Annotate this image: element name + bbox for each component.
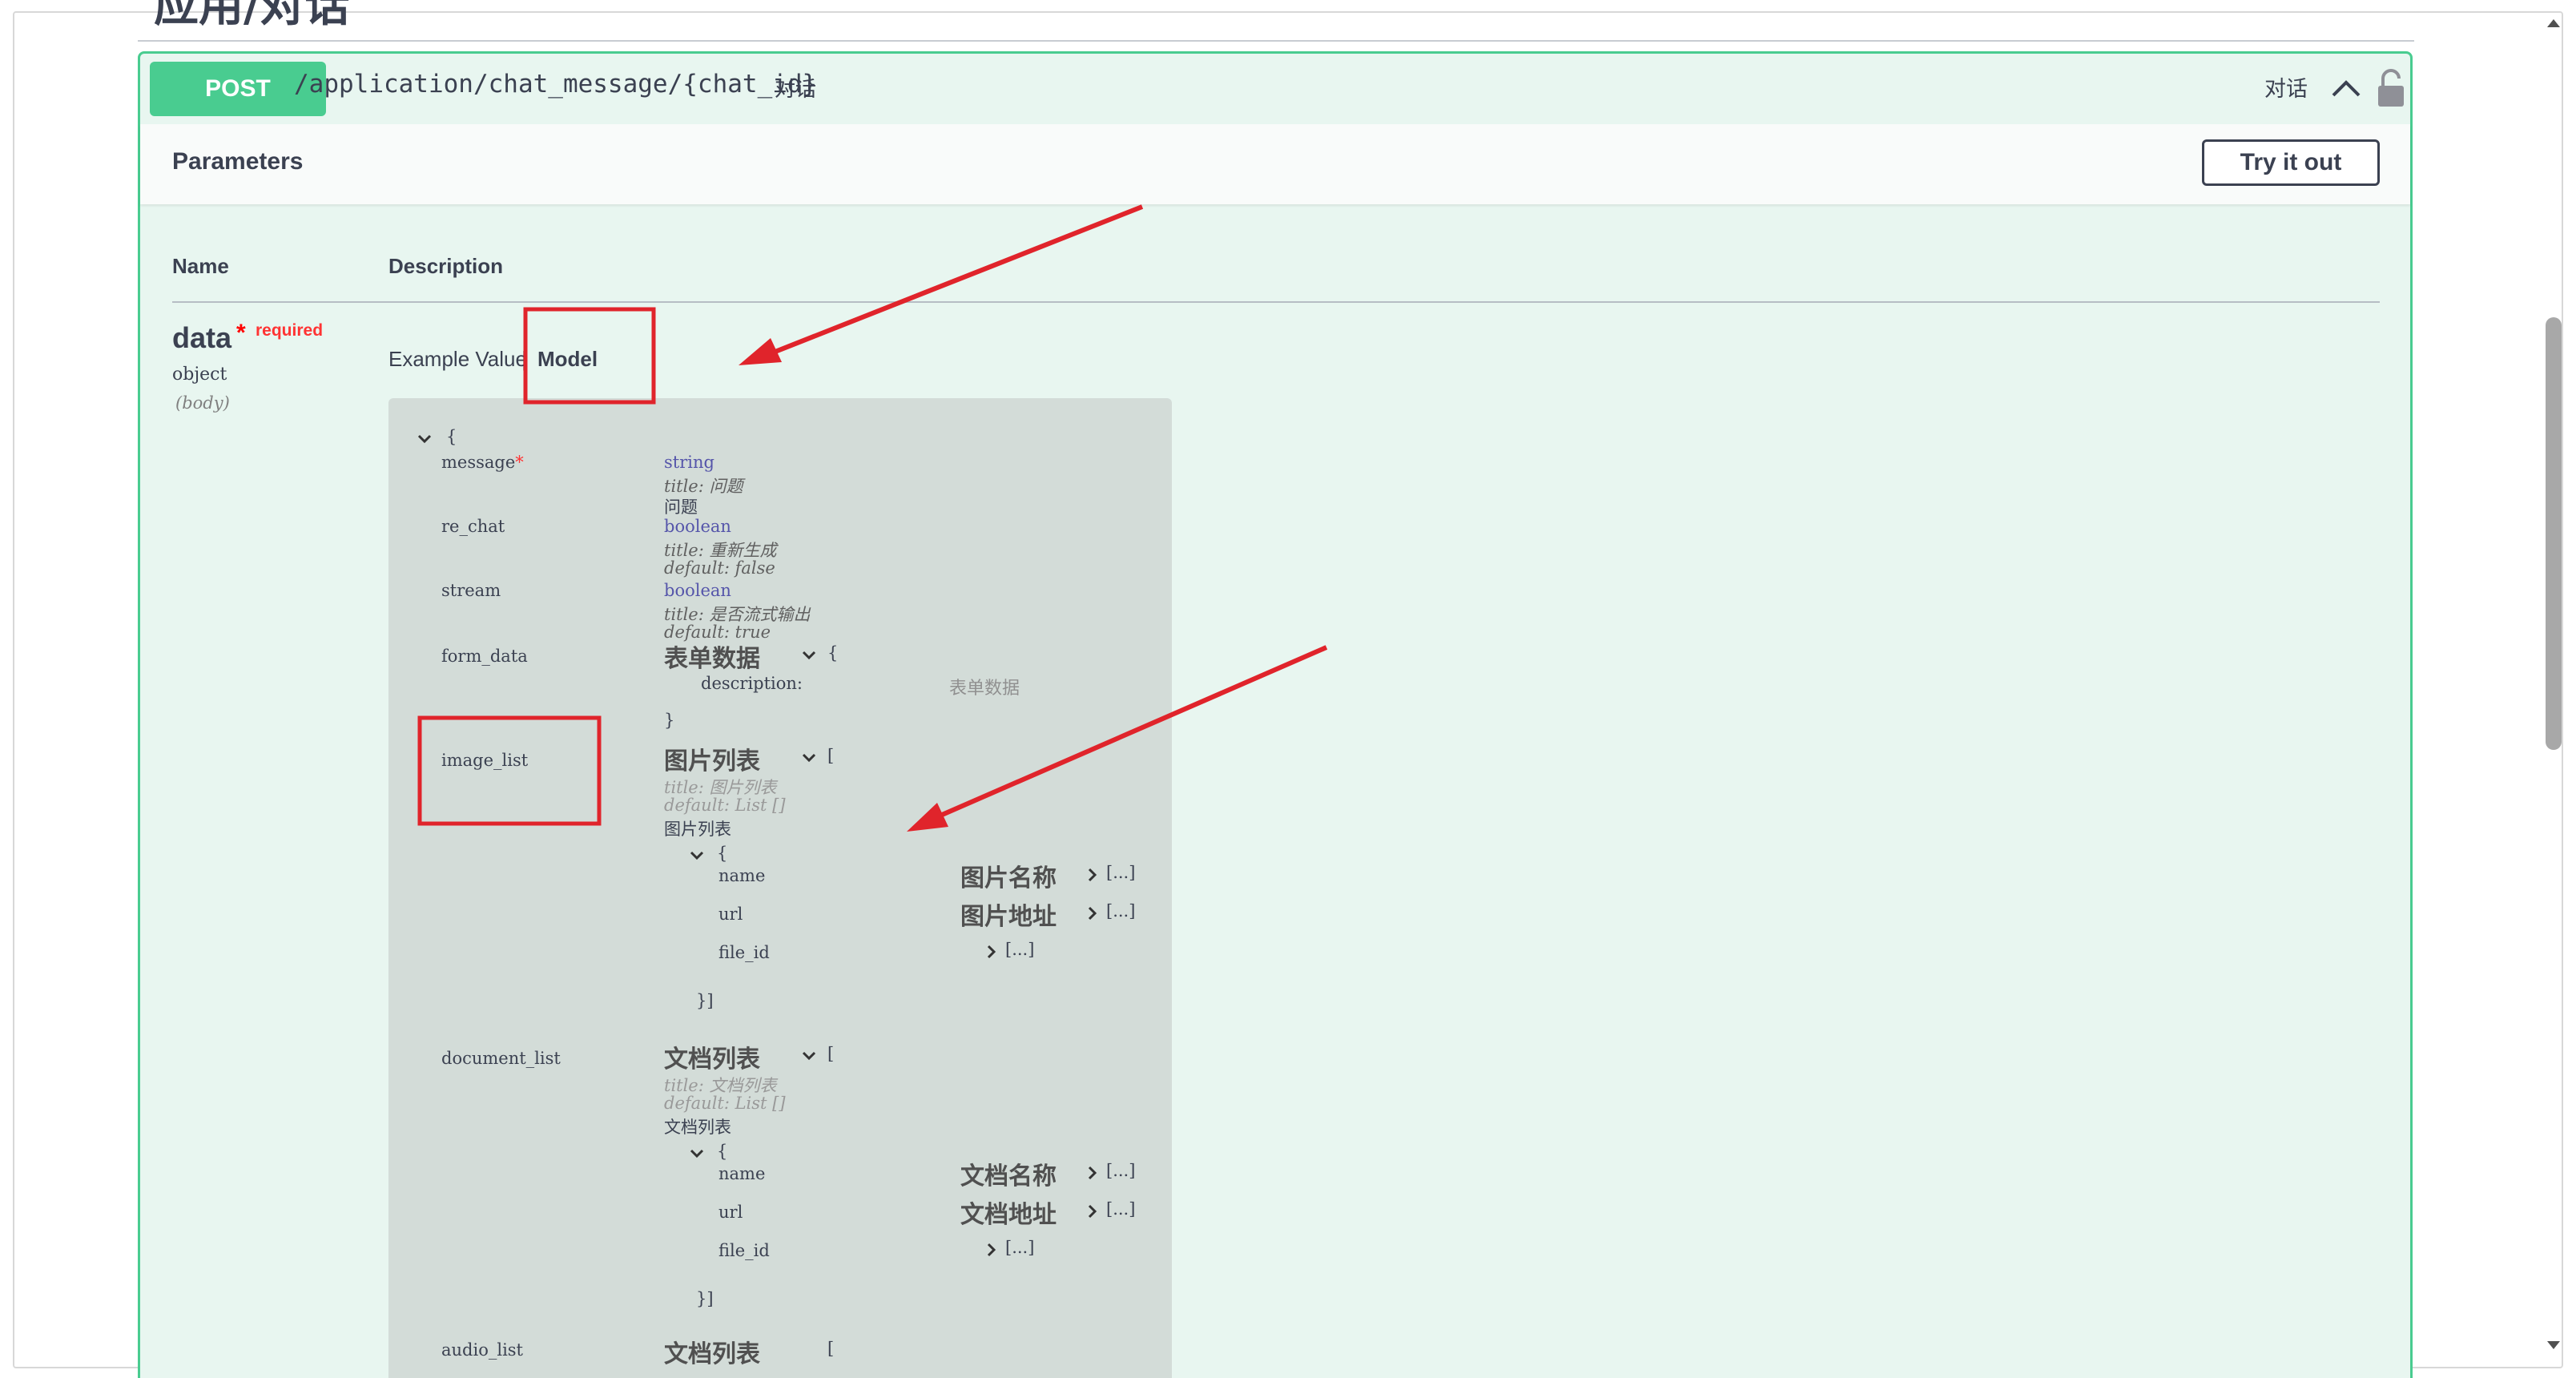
prop-name-image-list: image_list (441, 751, 529, 770)
required-label: required (256, 321, 324, 340)
form-data-close: } (664, 711, 675, 730)
document-field-file-id: file_id (718, 1241, 770, 1260)
image-list-desc: 图片列表 (664, 820, 731, 839)
operation-block: POST /application/chat_message/{chat_id}… (138, 51, 2413, 1378)
image-field-url-title: 图片地址 (960, 903, 1057, 931)
document-list-desc: 文档列表 (664, 1118, 731, 1137)
prop-name-message: message* (441, 453, 524, 472)
image-field-file-id-collapsed[interactable]: [...] (1005, 940, 1034, 959)
document-list-bracket: [ (827, 1044, 835, 1063)
vertical-scrollbar-thumb[interactable] (2546, 317, 2562, 750)
image-field-name-collapsed[interactable]: [...] (1106, 863, 1135, 882)
image-field-name: name (718, 866, 766, 885)
parameter-location: (body) (175, 393, 230, 413)
chevron-right-icon[interactable] (1084, 866, 1101, 884)
chevron-right-icon[interactable] (983, 943, 1000, 961)
model-schema-box: { message* string title: 问题 问题 re_chat b… (388, 398, 1172, 1378)
image-field-url: url (718, 905, 743, 924)
chevron-right-icon[interactable] (1084, 905, 1101, 922)
document-field-url-title: 文档地址 (960, 1201, 1057, 1229)
chevron-down-icon[interactable] (688, 1145, 706, 1162)
document-field-name-title: 文档名称 (960, 1162, 1057, 1191)
scroll-up-arrow-icon[interactable] (2544, 16, 2563, 30)
prop-name-document-list: document_list (441, 1049, 561, 1068)
swagger-page: { "endpoint": { "method": "POST", "path"… (0, 0, 2576, 1378)
prop-name-stream: stream (441, 581, 501, 600)
document-list-default: default: List [] (664, 1094, 786, 1113)
chevron-up-icon[interactable] (2327, 70, 2365, 108)
image-field-name-title: 图片名称 (960, 864, 1057, 892)
prop-name-re-chat: re_chat (441, 517, 505, 536)
prop-name-audio-list: audio_list (441, 1340, 523, 1360)
prop-type-re-chat: boolean (664, 517, 731, 536)
heading-divider (138, 40, 2414, 42)
chevron-right-icon[interactable] (983, 1241, 1000, 1259)
chevron-right-icon[interactable] (1084, 1164, 1101, 1182)
document-field-url: url (718, 1203, 743, 1222)
chevron-right-icon[interactable] (1084, 1203, 1101, 1220)
image-list-close: }] (696, 991, 714, 1010)
chevron-down-icon[interactable] (416, 430, 433, 448)
prop-type-message: string (664, 453, 714, 472)
model-title-form-data: 表单数据 (664, 645, 760, 673)
scroll-down-arrow-icon[interactable] (2544, 1338, 2563, 1352)
table-header-rule (172, 301, 2380, 303)
section-heading-fragment: 应用/对话 (154, 0, 350, 32)
image-field-file-id: file_id (718, 943, 770, 962)
document-list-close: }] (696, 1289, 714, 1308)
model-open-brace: { (446, 427, 457, 446)
prop-default-re-chat: default: false (664, 558, 775, 578)
tab-example-value[interactable]: Example Value (388, 347, 527, 372)
endpoint-summary: 对话 (775, 78, 817, 102)
tab-divider: | (521, 347, 527, 371)
document-field-url-collapsed[interactable]: [...] (1106, 1199, 1135, 1219)
operation-summary[interactable]: POST /application/chat_message/{chat_id}… (140, 54, 2410, 127)
document-field-name-collapsed[interactable]: [...] (1106, 1161, 1135, 1180)
parameters-header: Parameters Try it out (140, 124, 2410, 204)
endpoint-tag: 对话 (2264, 77, 2308, 102)
chevron-down-icon[interactable] (688, 847, 706, 864)
chevron-down-icon[interactable] (800, 749, 818, 767)
image-list-bracket: [ (827, 746, 835, 765)
image-list-default: default: List [] (664, 796, 786, 815)
form-data-desc-key: description: (701, 674, 803, 693)
tab-model[interactable]: Model (537, 347, 598, 372)
parameter-name: data (172, 321, 232, 354)
column-header-description: Description (388, 254, 504, 278)
image-item-brace: { (717, 844, 728, 863)
prop-type-stream: boolean (664, 581, 731, 600)
form-data-brace: { (827, 643, 839, 663)
required-star: * (236, 320, 246, 346)
column-header-name: Name (172, 254, 229, 278)
audio-list-bracket: [ (827, 1339, 835, 1358)
image-field-url-collapsed[interactable]: [...] (1106, 901, 1135, 921)
model-title-audio-list: 文档列表 (664, 1340, 760, 1368)
prop-desc-message: 问题 (664, 498, 698, 517)
parameter-type: object (172, 365, 227, 385)
chevron-down-icon[interactable] (800, 647, 818, 664)
model-title-document-list: 文档列表 (664, 1046, 760, 1074)
document-item-brace: { (717, 1142, 728, 1161)
model-title-image-list: 图片列表 (664, 747, 760, 776)
prop-name-form-data: form_data (441, 647, 528, 666)
unlock-icon[interactable] (2375, 68, 2407, 108)
try-it-out-button[interactable]: Try it out (2202, 139, 2380, 186)
form-data-desc-value: 表单数据 (949, 679, 1020, 699)
document-field-file-id-collapsed[interactable]: [...] (1005, 1238, 1034, 1257)
endpoint-path: /application/chat_message/{chat_id} (294, 70, 818, 99)
document-field-name: name (718, 1164, 766, 1183)
chevron-down-icon[interactable] (800, 1047, 818, 1065)
parameters-title: Parameters (172, 148, 304, 175)
